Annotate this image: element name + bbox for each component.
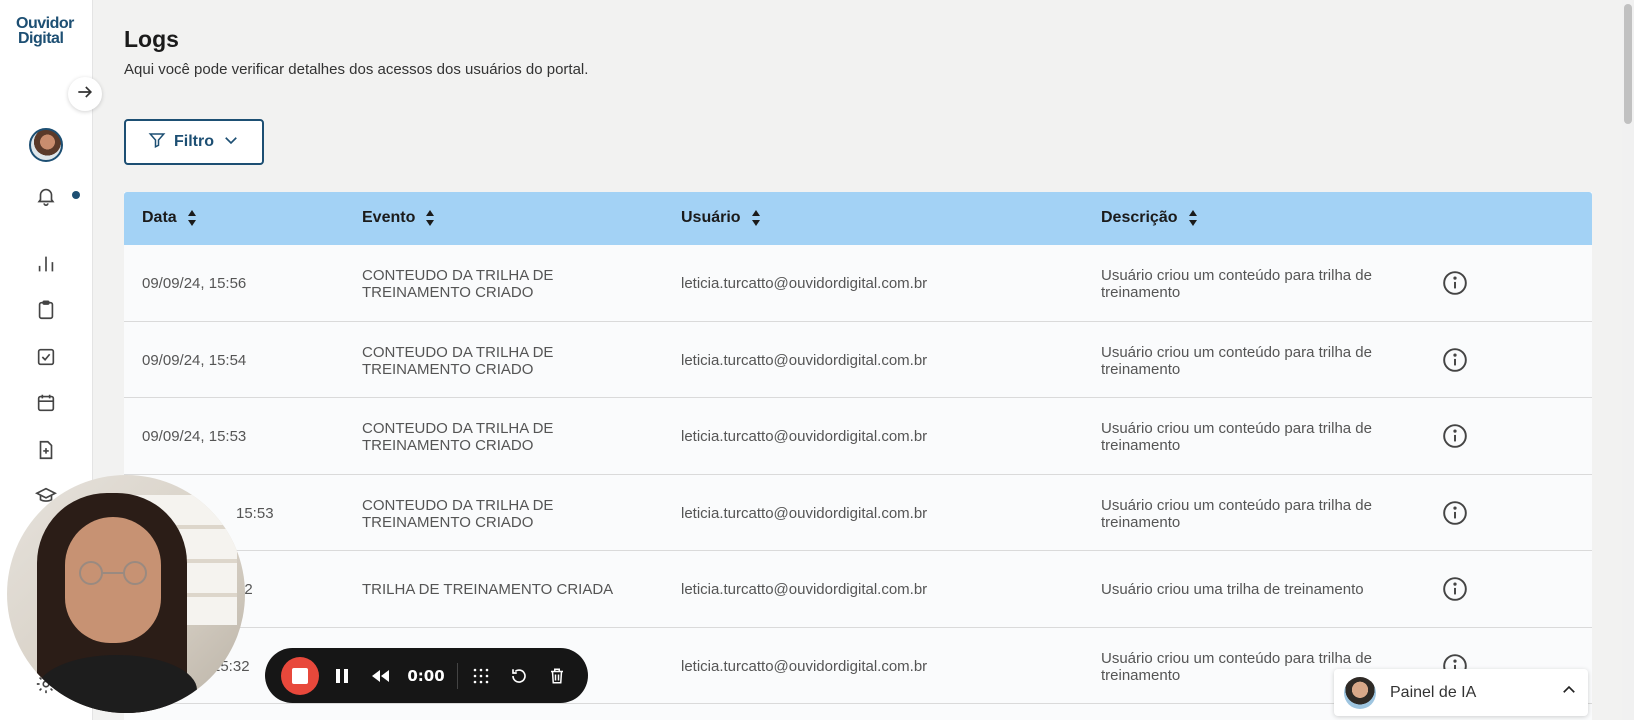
calendar-icon[interactable]: [34, 391, 58, 415]
trash-icon: [551, 668, 563, 683]
ai-assistant-avatar: [1344, 676, 1376, 709]
table-row: 09/09/24, 15:56 CONTEUDO DA TRILHA DE TR…: [124, 245, 1592, 322]
cell-user: leticia.turcatto@ouvidordigital.com.br: [681, 581, 928, 598]
cell-user: leticia.turcatto@ouvidordigital.com.br: [681, 657, 928, 675]
cell-event: CONTEUDO DA TRILHA DE TREINAMENTO CRIADO: [362, 496, 554, 531]
restart-icon: [512, 668, 526, 683]
expand-sidebar-button[interactable]: [68, 77, 102, 111]
notification-dot: [72, 191, 80, 199]
filter-icon: [148, 131, 166, 154]
recording-time: 0:00: [407, 666, 445, 685]
cell-date: 09/09/24, 15:53: [142, 428, 247, 445]
ai-panel-label: Painel de IA: [1390, 683, 1477, 701]
info-icon[interactable]: [1442, 500, 1468, 526]
cell-event: CONTEUDO DA TRILHA DE TREINAMENTO CRIADO: [362, 420, 554, 454]
cell-user: leticia.turcatto@ouvidordigital.com.br: [681, 275, 928, 292]
cell-description: Usuário criou uma trilha de treinamento: [1101, 581, 1364, 598]
cell-description: Usuário criou um conteúdo para trilha de…: [1101, 343, 1372, 378]
cell-description: Usuário criou um conteúdo para trilha de…: [1101, 496, 1372, 531]
column-header-descricao[interactable]: Descrição: [1101, 209, 1198, 227]
scrollbar-thumb[interactable]: [1624, 4, 1632, 124]
column-header-usuario[interactable]: Usuário: [681, 209, 761, 227]
drag-grid-icon: [473, 668, 489, 683]
logs-table: Data Evento Usuário Descrição 09/09/24, …: [124, 192, 1592, 720]
stop-recording-button[interactable]: [281, 656, 319, 695]
rewind-icon: [372, 669, 389, 682]
webcam-bubble[interactable]: [7, 475, 245, 713]
ai-panel-toggle[interactable]: Painel de IA: [1334, 669, 1588, 716]
sort-icon: [187, 210, 196, 226]
chevron-down-icon: [222, 131, 240, 154]
page-subtitle: Aqui você pode verificar detalhes dos ac…: [124, 61, 589, 78]
cell-date: 09/09/24, 15:56: [142, 275, 247, 292]
cell-user: leticia.turcatto@ouvidordigital.com.br: [681, 428, 928, 445]
filter-button[interactable]: Filtro: [124, 119, 264, 165]
info-icon[interactable]: [1442, 347, 1468, 373]
checkbox-icon[interactable]: [34, 345, 58, 369]
sort-icon: [426, 210, 435, 226]
cell-event: TRILHA DE TREINAMENTO CRIADA: [362, 581, 614, 598]
table-row: 09/09/24, 15:53 CONTEUDO DA TRILHA DE TR…: [124, 398, 1592, 475]
file-plus-icon[interactable]: [34, 438, 58, 462]
presenter-glasses: [79, 561, 147, 585]
bell-icon[interactable]: [34, 184, 58, 208]
cell-event: CONTEUDO DA TRILHA DE TREINAMENTO CRIADO: [362, 267, 554, 301]
recording-toolbar: 0:00: [265, 648, 588, 703]
info-icon[interactable]: [1442, 423, 1468, 449]
column-header-evento[interactable]: Evento: [362, 209, 435, 227]
cell-description: Usuário criou um conteúdo para trilha de…: [1101, 420, 1372, 454]
page-title: Logs: [124, 26, 179, 52]
delete-recording-button[interactable]: [538, 657, 576, 695]
toolbar-divider: [457, 662, 458, 689]
column-header-data[interactable]: Data: [142, 209, 197, 227]
cell-event: CONTEUDO DA TRILHA DE TREINAMENTO CRIADO: [362, 343, 554, 378]
table-row: 09/09/24, 15:54 CONTEUDO DA TRILHA DE TR…: [124, 321, 1592, 398]
sort-icon: [751, 210, 760, 226]
page-scrollbar[interactable]: [1622, 0, 1634, 720]
restart-button[interactable]: [500, 657, 538, 695]
cell-date: 09/09/24, 15:54: [142, 351, 247, 369]
cell-description: Usuário criou um conteúdo para trilha de…: [1101, 267, 1372, 301]
user-avatar[interactable]: [29, 128, 63, 162]
pause-button[interactable]: [323, 657, 361, 695]
cell-date: 15:53: [236, 504, 274, 522]
sort-icon: [1188, 210, 1197, 226]
drag-handle[interactable]: [462, 657, 500, 695]
filter-label: Filtro: [174, 133, 214, 150]
logo-line-2: Digital: [18, 30, 64, 47]
table-row: 52 TRILHA DE TREINAMENTO CRIADA leticia.…: [124, 551, 1592, 628]
info-icon[interactable]: [1442, 270, 1468, 296]
pause-icon: [336, 668, 348, 683]
table-header: Data Evento Usuário Descrição: [124, 192, 1592, 245]
table-row: 15:53 CONTEUDO DA TRILHA DE TREINAMENTO …: [124, 474, 1592, 551]
rewind-button[interactable]: [361, 657, 399, 695]
brand-logo[interactable]: Ouvidor Digital: [16, 16, 78, 47]
bar-chart-icon[interactable]: [34, 252, 58, 276]
cell-user: leticia.turcatto@ouvidordigital.com.br: [681, 504, 928, 522]
chevron-up-icon: [1560, 681, 1578, 704]
arrow-right-icon: [75, 82, 95, 107]
clipboard-icon[interactable]: [34, 298, 58, 322]
cell-user: leticia.turcatto@ouvidordigital.com.br: [681, 351, 928, 369]
stop-icon: [292, 667, 308, 684]
info-icon[interactable]: [1442, 576, 1468, 602]
